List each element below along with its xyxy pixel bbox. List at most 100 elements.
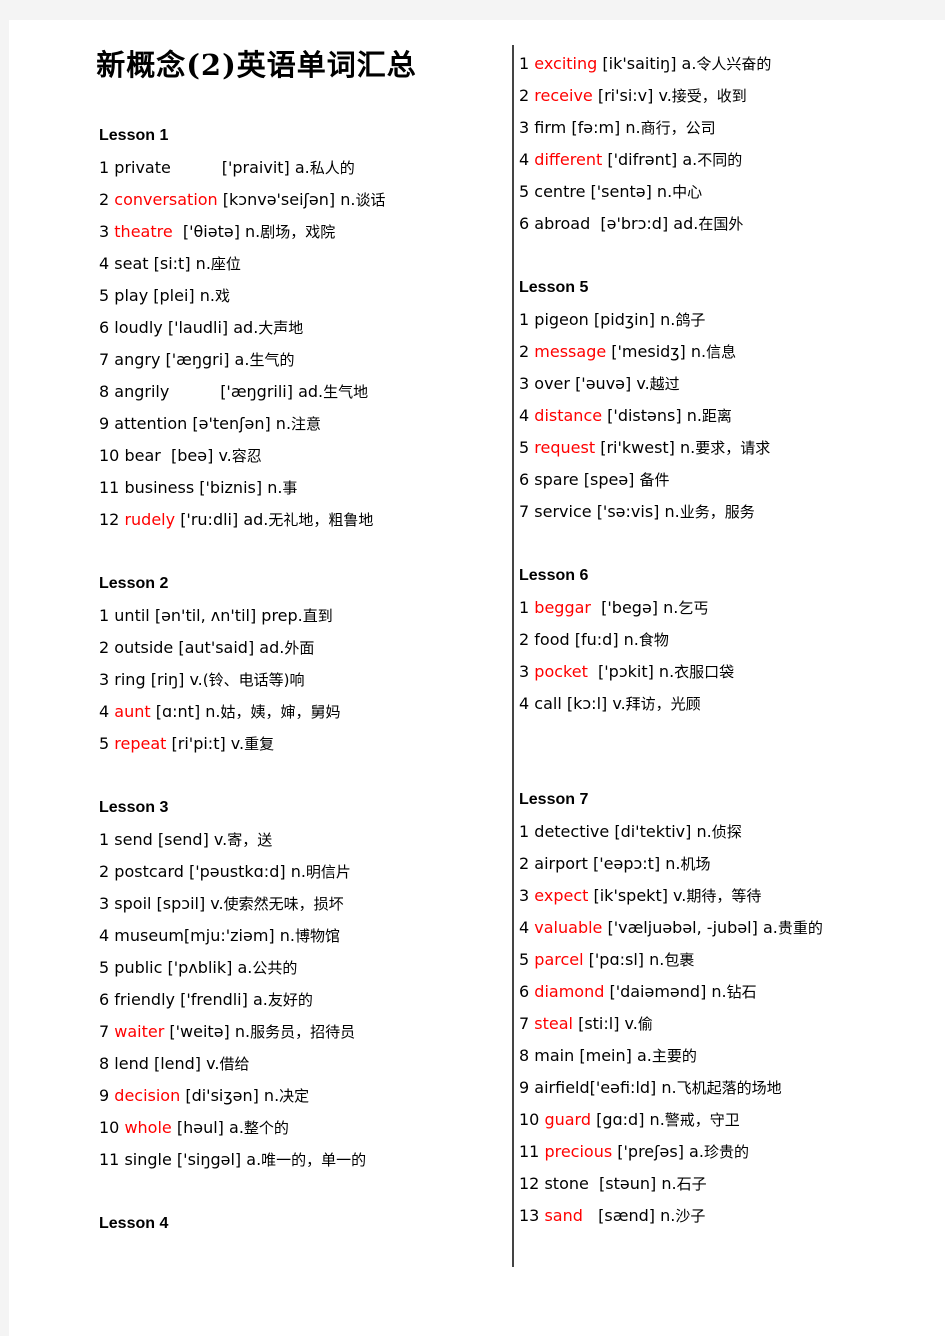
entry-number: 3 [519,662,530,681]
entry-translation: 明信片 [305,863,351,881]
lesson-heading: Lesson 4 [99,1215,169,1232]
entry-word: detective [534,822,610,841]
entry-part-of-speech: v. [206,1054,220,1073]
entry-phonetic: ['eəfi:ld] [589,1078,657,1097]
entry-word: friendly [114,990,175,1009]
entry-translation: 贵重的 [777,919,823,937]
entry-phonetic: [beə] [171,446,214,465]
entry-number: 2 [519,854,530,873]
entry-part-of-speech: n. [290,862,306,881]
entry-part-of-speech: n. [661,1174,677,1193]
entry-number: 9 [519,1078,530,1097]
entry-number: 3 [99,670,110,689]
entry-phonetic: ['pʌblik] [167,958,233,977]
vocabulary-entry: 1 exciting [ik'saitiŋ] a.令人兴奋的 [519,48,939,80]
entry-word: decision [114,1086,181,1105]
vocabulary-entry: 4 museum[mju:'ziəm] n.博物馆 [99,920,499,952]
entry-word: business [124,478,195,497]
vocabulary-entry: 10 bear [beə] v.容忍 [99,440,499,472]
entry-phonetic: ['æŋgri] [165,350,230,369]
entry-number: 6 [519,214,530,233]
entry-part-of-speech: a. [229,1118,244,1137]
entry-translation: 外面 [284,639,315,657]
entry-translation: 事 [282,479,298,497]
entry-number: 4 [519,150,530,169]
page-title: 新概念(2)英语单词汇总 [96,48,417,82]
entry-word: service [534,502,592,521]
entry-translation: 姑，姨，婶，舅妈 [220,703,341,721]
entry-phonetic: [stəun] [599,1174,657,1193]
entry-word: angrily [114,382,170,401]
entry-phonetic: ['mesidʒ] [611,342,686,361]
entry-part-of-speech: v. [210,894,224,913]
entry-word: main [534,1046,575,1065]
entry-part-of-speech: n. [267,478,283,497]
entry-phonetic: [ə'tenʃən] [192,414,271,433]
entry-phonetic: [ən'til, ʌn'til] [154,606,257,625]
vocabulary-entry: 4 seat [si:t] n.座位 [99,248,499,280]
vocabulary-entry: 3 over ['əuvə] v.越过 [519,368,939,400]
entry-number: 11 [519,1142,540,1161]
entry-phonetic: ['distəns] [607,406,682,425]
entry-part-of-speech: n. [711,982,727,1001]
entry-phonetic: [ə'brɔ:d] [600,214,669,233]
entry-translation: 直到 [302,607,333,625]
entry-number: 8 [99,1054,110,1073]
entry-phonetic: ['preʃəs] [617,1142,684,1161]
vocabulary-entry: 5 public ['pʌblik] a.公共的 [99,952,499,984]
entry-translation: 珍贵的 [703,1143,749,1161]
entry-phonetic: ['biznis] [199,478,263,497]
entry-word: lend [114,1054,149,1073]
entry-number: 1 [519,54,530,73]
entry-phonetic: [kɔnvə'seiʃən] [222,190,336,209]
vocabulary-entry: 5 parcel ['pɑ:sl] n.包裹 [519,944,939,976]
entry-word: send [114,830,153,849]
entry-translation: 中心 [672,183,703,201]
entry-word: play [114,286,149,305]
vocabulary-entry: 4 call [kɔ:l] v.拜访，光顾 [519,688,939,720]
entry-number: 6 [99,990,110,1009]
entry-phonetic: [ɑ:nt] [155,702,201,721]
entry-phonetic: ['frendli] [180,990,248,1009]
entry-part-of-speech: n. [275,414,292,433]
entry-part-of-speech: a. [246,1150,262,1169]
entry-phonetic: [fə:m] [571,118,621,137]
entry-part-of-speech: v. [624,1014,638,1033]
entry-translation: 寄，送 [227,831,273,849]
entry-number: 1 [99,606,110,625]
vocabulary-entry: 1 send [send] v.寄，送 [99,824,499,856]
vocabulary-entry: 2 conversation [kɔnvə'seiʃən] n.谈话 [99,184,499,216]
vocabulary-entry: 3 spoil [spɔil] v.使索然无味，损坏 [99,888,499,920]
entry-word: waiter [114,1022,165,1041]
entry-phonetic: [sænd] [598,1206,655,1225]
entry-number: 8 [519,1046,530,1065]
vocabulary-entry: 7 service ['sə:vis] n.业务，服务 [519,496,939,528]
vocabulary-entry: 1 private ['praivit] a.私人的 [99,152,499,184]
vocabulary-entry: 6 friendly ['frendli] a.友好的 [99,984,499,1016]
entry-part-of-speech: v. [673,886,687,905]
entry-word: call [534,694,562,713]
vocabulary-entry: 1 detective [di'tektiv] n.侦探 [519,816,939,848]
entry-translation: 博物馆 [294,927,340,945]
entry-part-of-speech: n. [690,342,707,361]
entry-translation: 石子 [676,1175,707,1193]
entry-number: 8 [99,382,110,401]
entry-translation: 接受，收到 [671,87,747,105]
entry-translation: 偷 [637,1015,653,1033]
entry-part-of-speech: ad. [233,318,259,337]
vocabulary-entry: 1 until [ən'til, ʌn'til] prep.直到 [99,600,499,632]
entry-translation: 食物 [638,631,669,649]
entry-translation: 无礼地，粗鲁地 [268,511,374,529]
entry-translation: 业务，服务 [679,503,755,521]
entry-phonetic: [plei] [153,286,195,305]
entry-part-of-speech: a. [234,350,250,369]
entry-phonetic: [fu:d] [574,630,619,649]
entry-translation: 借给 [219,1055,250,1073]
entry-word: exciting [534,54,598,73]
entry-phonetic: ['ru:dli] [180,510,239,529]
entry-translation: 剧场，戏院 [260,223,336,241]
entry-number: 1 [99,830,110,849]
entry-number: 2 [99,638,110,657]
vocabulary-entry: 8 main [mein] a.主要的 [519,1040,939,1072]
